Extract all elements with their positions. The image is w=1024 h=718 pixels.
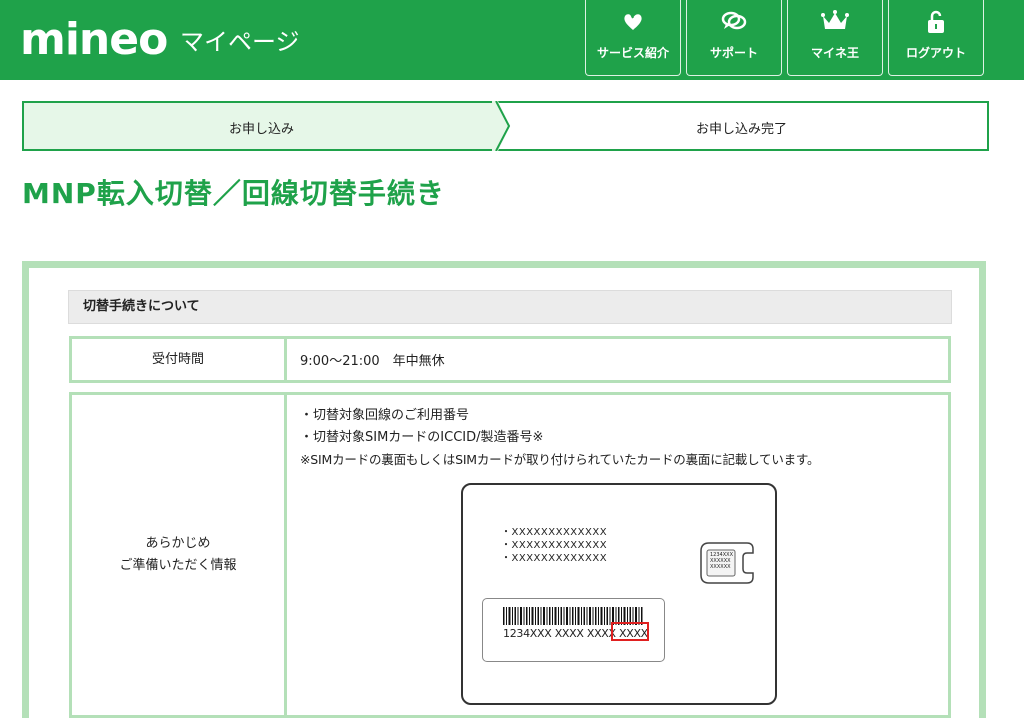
sim-x-line-2: ・XXXXXXXXXXXXX (501, 540, 608, 551)
reception-hours-label: 受付時間 (72, 339, 287, 380)
required-info-row: あらかじめ ご準備いただく情報 ・切替対象回線のご利用番号 ・切替対象SIMカー… (69, 392, 951, 718)
info-line-note: ※SIMカードの裏面もしくはSIMカードが取り付けられていたカードの裏面に記載し… (300, 452, 820, 467)
content-panel: 切替手続きについて 受付時間 9:00〜21:00 年中無休 あらかじめ ご準備… (22, 261, 986, 718)
nav-maineo-label: マイネ王 (810, 46, 859, 60)
section-heading: 切替手続きについて (68, 290, 952, 324)
page-title: MNP転入切替／回線切替手続き (22, 177, 445, 210)
sim-chip-icon: 1234XXX XXXXXX XXXXXX (697, 541, 755, 585)
nav-support-label: サポート (709, 46, 758, 60)
info-line-number: ・切替対象回線のご利用番号 (300, 408, 470, 423)
unlock-icon (889, 0, 983, 46)
iccid-highlight-box (611, 622, 649, 641)
heart-leaf-icon (586, 0, 680, 46)
step1-label: お申し込み (229, 122, 295, 137)
mineo-logo[interactable]: mineo (20, 10, 168, 70)
nav-logout-button[interactable]: ログアウト (888, 0, 984, 76)
step2-label: お申し込み完了 (696, 122, 788, 137)
mypage-label: マイページ (180, 28, 300, 56)
crown-icon (788, 0, 882, 46)
required-info-label: あらかじめ ご準備いただく情報 (72, 395, 287, 715)
nav-service-button[interactable]: サービス紹介 (585, 0, 681, 76)
reception-hours-text: 9:00〜21:00 年中無休 (300, 354, 445, 369)
required-info-content: ・切替対象回線のご利用番号 ・切替対象SIMカードのICCID/製造番号※ ※S… (290, 395, 948, 715)
nav-service-label: サービス紹介 (596, 46, 669, 60)
nav-maineo-button[interactable]: マイネ王 (787, 0, 883, 76)
sim-card-illustration: ・XXXXXXXXXXXXX ・XXXXXXXXXXXXX ・XXXXXXXXX… (461, 483, 777, 705)
chip-text-3: XXXXXX (710, 564, 731, 570)
reception-hours-row: 受付時間 9:00〜21:00 年中無休 (69, 336, 951, 383)
info-line-iccid: ・切替対象SIMカードのICCID/製造番号※ (300, 430, 544, 445)
sim-x-line-1: ・XXXXXXXXXXXXX (501, 527, 608, 538)
required-info-label-line2: ご準備いただく情報 (119, 558, 237, 573)
nav-support-button[interactable]: サポート (686, 0, 782, 76)
barcode-label: 1234XXX XXXX XXXX XXXX (482, 598, 665, 662)
nav-logout-label: ログアウト (905, 46, 966, 60)
required-info-label-line1: あらかじめ (145, 536, 211, 551)
chat-bubbles-icon (687, 0, 781, 46)
progress-steps: お申し込み お申し込み完了 (22, 101, 989, 151)
sim-x-line-3: ・XXXXXXXXXXXXX (501, 553, 608, 564)
reception-hours-value: 9:00〜21:00 年中無休 (290, 339, 948, 380)
step-arrow-icon (492, 101, 511, 151)
header-bar: mineo マイページ サービス紹介 サポート マイネ王 ログアウト (0, 0, 1024, 80)
